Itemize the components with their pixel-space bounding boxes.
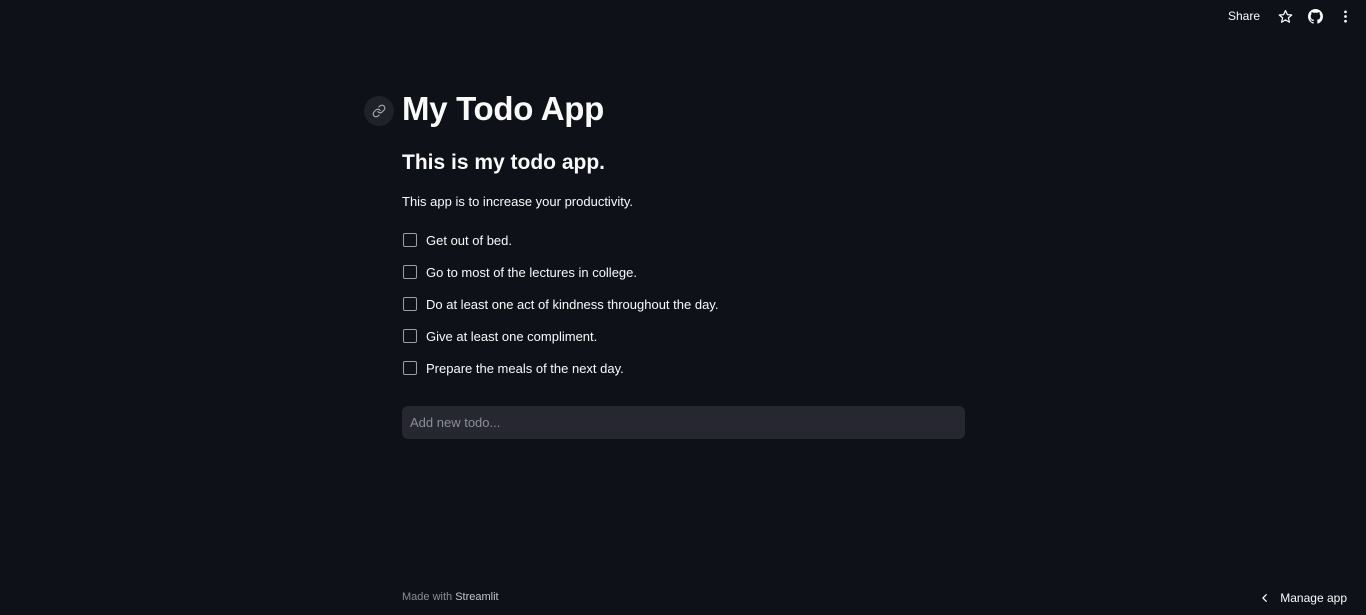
more-vertical-icon[interactable] [1332,3,1358,29]
star-icon[interactable] [1272,3,1298,29]
todo-label: Do at least one act of kindness througho… [426,296,719,312]
github-icon[interactable] [1302,3,1328,29]
todo-item[interactable]: Prepare the meals of the next day. [402,352,718,384]
todo-item[interactable]: Do at least one act of kindness througho… [402,288,718,320]
todo-label: Go to most of the lectures in college. [426,264,637,280]
todo-item[interactable]: Go to most of the lectures in college. [402,256,718,288]
todo-label: Prepare the meals of the next day. [426,360,624,376]
footer: Made with Streamlit [402,591,499,603]
todo-item[interactable]: Give at least one compliment. [402,320,718,352]
link-icon[interactable] [364,96,394,126]
todo-checkbox[interactable] [403,329,417,343]
todo-label: Get out of bed. [426,232,513,248]
todo-checkbox[interactable] [403,265,417,279]
page-subtitle: This is my todo app. [402,151,606,174]
todo-list: Get out of bed. Go to most of the lectur… [402,224,718,384]
chevron-left-icon [1262,594,1268,602]
footer-made-with: Made with [402,591,453,603]
top-toolbar: Share [1220,0,1366,32]
manage-app-label: Manage app [1280,591,1347,605]
app-description: This app is to increase your productivit… [402,194,633,209]
todo-label: Give at least one compliment. [426,328,598,344]
todo-checkbox[interactable] [403,297,417,311]
todo-checkbox[interactable] [403,361,417,375]
page-title: My Todo App [402,90,604,127]
todo-checkbox[interactable] [403,233,417,247]
todo-item[interactable]: Get out of bed. [402,224,718,256]
manage-app-button[interactable]: Manage app [1260,588,1347,608]
streamlit-link[interactable]: Streamlit [455,591,498,603]
share-button[interactable]: Share [1220,5,1268,27]
new-todo-field-wrapper [402,406,965,439]
new-todo-input[interactable] [402,406,965,439]
